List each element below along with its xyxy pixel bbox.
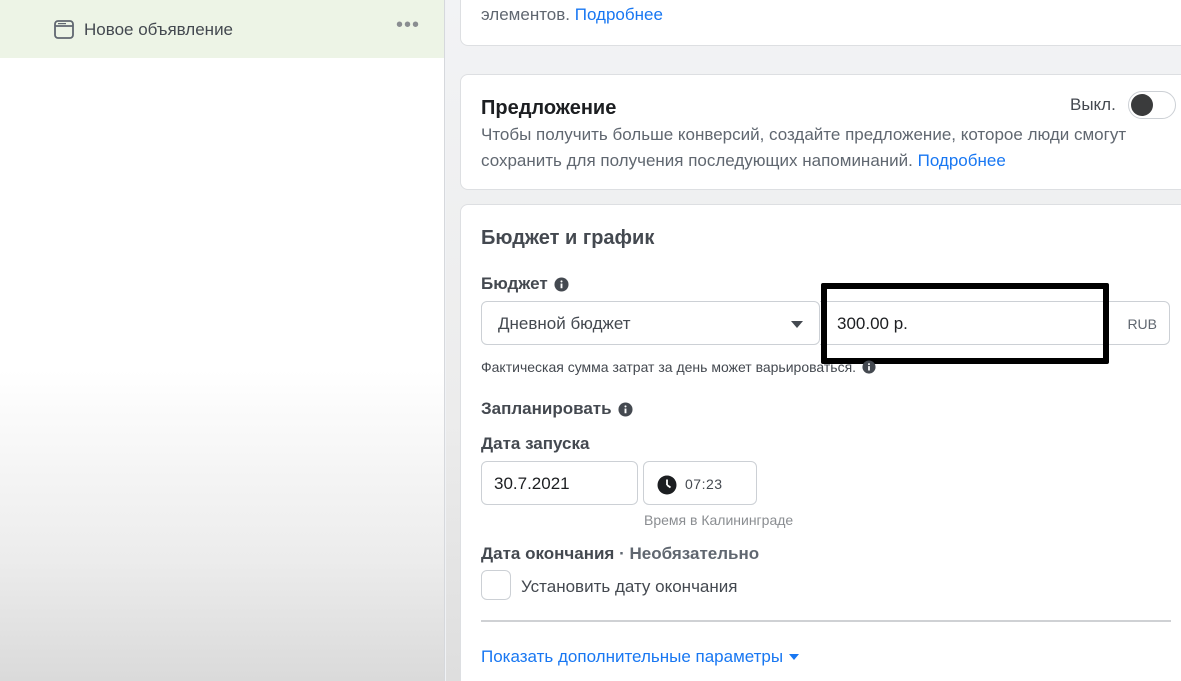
end-date-checkbox[interactable]	[481, 570, 511, 600]
budget-label: Бюджет	[481, 274, 569, 294]
sidebar-item-label: Новое объявление	[84, 20, 234, 39]
show-more-params-link[interactable]: Показать дополнительные параметры	[481, 647, 800, 667]
start-time-input[interactable]: 07:23	[643, 461, 757, 505]
timezone-label: Время в Калининграде	[644, 512, 794, 528]
start-date-input[interactable]: 30.7.2021	[481, 461, 638, 505]
start-time-value: 07:23	[685, 476, 723, 492]
end-date-label: Дата окончания · Необязательно	[481, 544, 760, 563]
budget-type-value: Дневной бюджет	[498, 314, 631, 333]
sidebar-item-new-ad[interactable]: Новое объявление •••	[0, 0, 444, 58]
offer-learn-more-link[interactable]: Подробнее	[918, 151, 1006, 170]
more-options-icon[interactable]: •••	[396, 14, 420, 42]
highlight-annotation-box	[821, 283, 1109, 364]
budget-schedule-title: Бюджет и график	[481, 227, 655, 249]
learn-more-link[interactable]: Подробнее	[575, 5, 663, 24]
schedule-label: Запланировать	[481, 399, 633, 419]
info-icon[interactable]	[618, 401, 633, 417]
currency-label: RUB	[1127, 316, 1157, 332]
divider	[481, 620, 1171, 622]
budget-hint: Фактическая сумма затрат за день может в…	[481, 359, 876, 375]
toggle-knob	[1131, 94, 1153, 116]
main-content: элементов. Подробнее Предложение Выкл. Ч…	[446, 0, 1181, 681]
offer-toggle[interactable]	[1128, 91, 1176, 119]
offer-toggle-label: Выкл.	[1070, 95, 1116, 114]
offer-title: Предложение	[481, 97, 617, 119]
offer-description: Чтобы получить больше конверсий, создайт…	[481, 125, 1127, 170]
budget-schedule-card: Бюджет и график Бюджет Дневной бюджет 30…	[460, 204, 1181, 681]
budget-type-select[interactable]: Дневной бюджет	[481, 301, 820, 345]
end-date-checkbox-label[interactable]: Установить дату окончания	[521, 577, 737, 597]
previous-card: элементов. Подробнее	[460, 0, 1181, 46]
start-date-label: Дата запуска	[481, 434, 590, 453]
dropdown-caret-icon	[791, 321, 803, 328]
chevron-down-icon	[789, 654, 800, 660]
previous-card-text: элементов. Подробнее	[481, 5, 663, 24]
ad-window-icon	[54, 20, 74, 39]
offer-card: Предложение Выкл. Чтобы получить больше …	[460, 74, 1181, 190]
sidebar: Новое объявление •••	[0, 0, 445, 681]
info-icon[interactable]	[554, 276, 569, 292]
clock-icon	[657, 475, 677, 495]
info-icon[interactable]	[862, 360, 876, 374]
start-date-value: 30.7.2021	[494, 474, 570, 493]
optional-marker: · Необязательно	[619, 544, 760, 563]
